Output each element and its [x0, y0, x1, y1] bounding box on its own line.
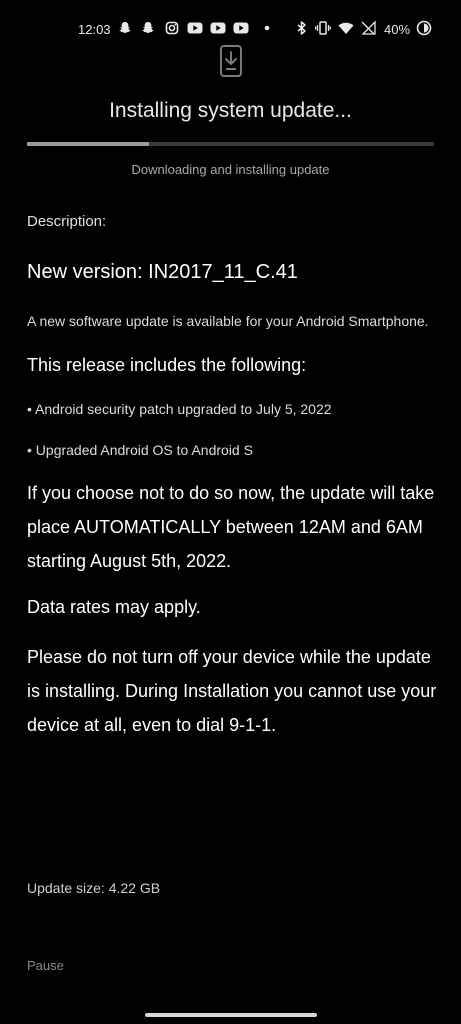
youtube-icon: [233, 20, 249, 36]
auto-update-notice: If you choose not to do so now, the upda…: [27, 483, 435, 571]
install-warning: Please do not turn off your device while…: [27, 647, 437, 735]
data-rates-notice: Data rates may apply.: [27, 597, 201, 617]
youtube-icon: [210, 20, 226, 36]
update-description: Description: New version: IN2017_11_C.41…: [27, 213, 437, 742]
description-label: Description:: [27, 213, 107, 230]
progress-fill: [27, 142, 150, 146]
wifi-icon: [338, 20, 354, 36]
youtube-icon: [187, 20, 203, 36]
snapchat-icon: [117, 20, 133, 36]
vibrate-icon: [315, 20, 331, 36]
system-update-icon: [219, 42, 243, 78]
release-note-item: • Android security patch upgraded to Jul…: [27, 401, 332, 417]
pause-button[interactable]: Pause: [27, 958, 64, 973]
navigation-handle[interactable]: [145, 1013, 317, 1017]
status-bar: 12:03 40%: [0, 18, 461, 42]
snapchat-icon: [140, 20, 156, 36]
battery-percent: 40%: [384, 22, 411, 37]
dot-icon: [259, 20, 275, 36]
bluetooth-icon: [294, 20, 310, 36]
battery-icon: [416, 20, 432, 36]
includes-heading: This release includes the following:: [27, 355, 307, 375]
release-note-item: • Upgraded Android OS to Android S: [27, 442, 253, 458]
progress-bar: [27, 142, 434, 146]
intro-text: A new software update is available for y…: [27, 313, 429, 329]
version-heading: New version: IN2017_11_C.41: [27, 261, 298, 283]
progress-label: Downloading and installing update: [131, 162, 330, 177]
status-time: 12:03: [78, 22, 111, 37]
page-title: Installing system update...: [109, 99, 352, 122]
no-signal-icon: [360, 20, 376, 36]
instagram-icon: [164, 20, 180, 36]
update-size: Update size: 4.22 GB: [27, 880, 161, 896]
